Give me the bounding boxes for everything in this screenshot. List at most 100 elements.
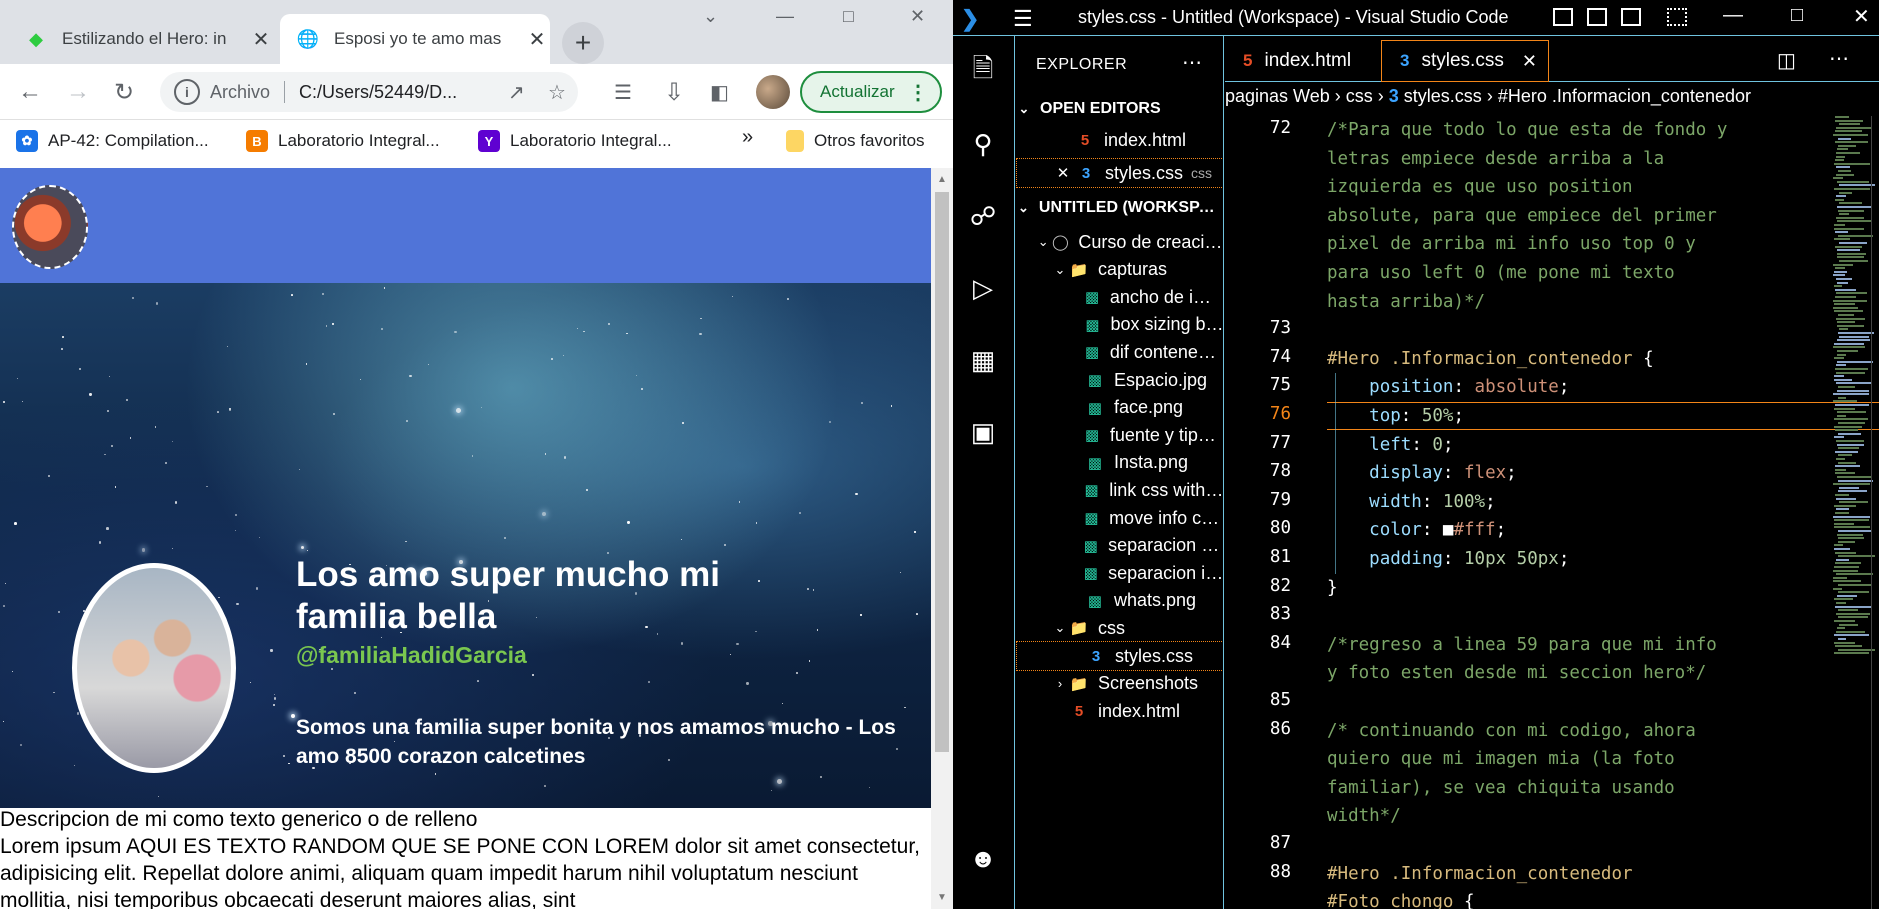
toggle-secondary-sidebar-icon[interactable] [1621,8,1641,26]
tree-item[interactable]: ▩ dif contenedor... [1016,337,1223,367]
tree-item[interactable]: ▩ move info cont... [1016,503,1223,533]
tree-item[interactable]: ▩ separacion del ... [1016,531,1223,561]
bookmark-3[interactable]: Y Laboratorio Integral... [478,130,672,152]
tree-item[interactable]: ▩ link css with ht... [1016,475,1223,505]
workspace-header[interactable]: ⌄ UNTITLED (WORKSPACE) [1016,193,1223,223]
code-line[interactable]: width*/ [1327,802,1401,830]
tree-item[interactable]: ⌄ ◯ Curso de creacion... [1016,227,1223,257]
tree-item[interactable]: ▩ Insta.png [1016,448,1223,478]
tree-item[interactable]: ▩ ancho de img ... [1016,282,1223,312]
code-line[interactable]: para uso left 0 (me pone mi texto [1327,259,1675,287]
close-window-icon[interactable]: ✕ [1853,4,1870,29]
code-line[interactable]: quiero que mi imagen mia (la foto [1327,745,1675,773]
tree-item[interactable]: ▩ box sizing bor... [1016,310,1223,340]
code-line[interactable]: #Hero .Informacion_contenedor [1327,860,1633,888]
address-bar[interactable]: i Archivo C:/Users/52449/D... ↗ ☆ [160,72,578,112]
run-debug-icon[interactable]: ▷ [965,270,1001,306]
back-icon[interactable]: ← [18,78,42,106]
info-icon[interactable]: i [174,79,200,105]
search-icon[interactable]: ⚲ [965,126,1001,162]
extensions-icon[interactable]: ▦ [965,342,1001,378]
scroll-up-icon[interactable]: ▲ [937,174,947,185]
close-tab-icon[interactable]: ✕ [524,27,550,52]
code-line[interactable]: /*Para que todo lo que esta de fondo y [1327,116,1727,144]
customize-layout-icon[interactable] [1667,8,1687,26]
editor-scrollbar[interactable] [1871,116,1879,909]
code-line[interactable]: familiar), se vea chiquita usando [1327,774,1675,802]
code-line[interactable]: width: 100%; [1327,488,1495,516]
new-tab-button[interactable]: + [562,22,604,64]
code-line[interactable]: /* continuando con mi codigo, ahora [1327,717,1696,745]
code-line[interactable]: letras empiece desde arriba a la [1327,145,1664,173]
code-line[interactable]: } [1327,574,1338,602]
browser-tab-1[interactable]: ◆ Estilizando el Hero: in ✕ [8,14,274,64]
remote-explorer-icon[interactable]: ▣ [965,414,1001,450]
explorer-icon[interactable]: 🗎 [965,53,1001,90]
download-icon[interactable]: ⇩ [664,78,684,107]
code-line[interactable]: #Foto_chongo { [1327,888,1475,909]
other-bookmarks[interactable]: Otros favoritos [786,130,925,152]
scrollbar-thumb[interactable] [935,192,949,752]
tree-item[interactable]: ▩ Espacio.jpg [1016,365,1223,395]
open-editors-header[interactable]: ⌄ OPEN EDITORS [1016,94,1223,124]
close-tab-icon[interactable]: ✕ [1522,51,1537,72]
breadcrumb-item[interactable]: styles.css [1404,86,1482,106]
share-icon[interactable]: ↗ [508,80,525,105]
url-text[interactable]: C:/Users/52449/D... [299,82,499,103]
browser-tab-2-active[interactable]: 🌐 Esposi yo te amo mas ✕ [280,14,550,64]
close-icon[interactable]: ✕ [1055,164,1071,182]
tab-search-icon[interactable]: ⌄ [703,6,718,27]
update-button[interactable]: Actualizar ⋮ [800,71,942,113]
tree-item[interactable]: ⌄ 📁 css [1016,613,1223,643]
reload-icon[interactable]: ↻ [114,78,134,107]
breadcrumb-item[interactable]: css [1346,86,1373,106]
close-window-icon[interactable]: ✕ [910,6,925,27]
bookmarks-overflow[interactable]: » [742,126,753,149]
tree-item[interactable]: ▩ fuente y tipo d... [1016,420,1223,450]
source-control-icon[interactable]: ☍ [965,198,1001,234]
code-line[interactable]: left: 0; [1327,431,1453,459]
code-line[interactable]: izquierda es que uso position [1327,173,1633,201]
forward-icon[interactable]: → [66,78,90,106]
tree-item[interactable]: ▩ face.png [1016,393,1223,423]
breadcrumb-item[interactable]: paginas Web [1225,86,1330,106]
code-editor[interactable]: 72 /*Para que todo lo que esta de fondo y… [1225,116,1879,909]
code-line[interactable]: pixel de arriba mi info uso top 0 y [1327,230,1696,258]
scroll-down-icon[interactable]: ▼ [937,892,947,903]
minimize-icon[interactable]: — [1723,4,1743,27]
minimize-icon[interactable]: — [776,6,794,27]
maximize-icon[interactable]: □ [1791,4,1803,27]
tree-item[interactable]: 3 styles.css [1016,641,1223,671]
side-panel-icon[interactable]: ◧ [710,80,729,105]
split-editor-icon[interactable]: ◫ [1777,48,1796,73]
tree-item[interactable]: ⌄ 📁 capturas [1016,255,1223,285]
star-icon[interactable]: ☆ [548,80,566,105]
media-icon[interactable]: ☰ [614,80,632,105]
code-line[interactable]: color: ■#fff; [1327,516,1506,544]
bookmark-1[interactable]: ✿ AP-42: Compilation... [16,130,209,152]
menu-dots-icon[interactable]: ⋮ [908,80,928,105]
bookmark-2[interactable]: B Laboratorio Integral... [246,130,440,152]
code-line[interactable]: /*regreso a linea 59 para que mi info [1327,631,1717,659]
code-line[interactable]: position: absolute; [1327,373,1569,401]
tree-item[interactable]: 5 index.html [1016,696,1223,726]
more-actions-icon[interactable]: ⋯ [1829,46,1849,71]
editor-tab-index-html[interactable]: 5 index.html [1225,40,1375,82]
tree-item[interactable]: › 📁 Screenshots [1016,669,1223,699]
toggle-panel-icon[interactable] [1587,8,1607,26]
account-icon[interactable]: ☻ [965,840,1001,876]
tree-item[interactable]: ▩ separacion img... [1016,558,1223,588]
code-line[interactable]: top: 50%; [1327,402,1464,430]
code-line[interactable]: padding: 10px 50px; [1327,545,1569,573]
toggle-sidebar-icon[interactable] [1553,8,1573,26]
more-actions-icon[interactable]: ⋯ [1182,50,1202,75]
breadcrumb-item[interactable]: #Hero .Informacion_contenedor [1498,86,1751,106]
page-scrollbar[interactable]: ▲ ▼ [931,168,953,909]
maximize-icon[interactable]: □ [843,6,854,27]
tree-item[interactable]: ▩ whats.png [1016,586,1223,616]
code-line[interactable]: hasta arriba)*/ [1327,288,1485,316]
code-line[interactable]: #Hero .Informacion_contenedor { [1327,345,1654,373]
menu-icon[interactable]: ☰ [1013,6,1033,32]
open-editor-item-active[interactable]: ✕ 3 styles.css css [1016,158,1223,188]
close-tab-icon[interactable]: ✕ [248,27,274,52]
